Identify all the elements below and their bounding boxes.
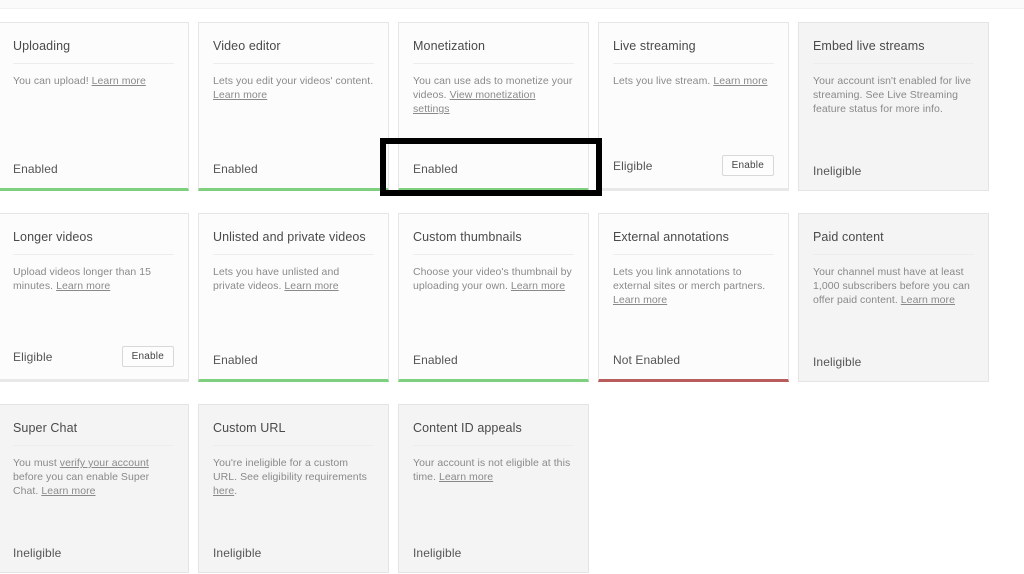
status-badge: Ineligible [413,546,462,560]
feature-card-embed-live-streams: Embed live streams Your account isn't ena… [798,22,989,191]
feature-card-link[interactable]: Learn more [56,280,110,292]
feature-card-longer-videos: Longer videos Upload videos longer than 1… [0,213,189,382]
status-badge: Enabled [213,162,258,176]
feature-card-link[interactable]: Learn more [613,294,667,306]
feature-card-description: Lets you have unlisted and private video… [213,265,374,293]
feature-card-description-text: Lets you live stream. [613,75,714,87]
feature-card-title: Longer videos [13,229,174,255]
status-badge: Enabled [413,353,458,367]
feature-card-footer: Enabled [413,353,574,367]
status-badge: Ineligible [813,164,862,178]
feature-card-footer: Enabled [13,162,174,176]
feature-card-link[interactable]: Learn more [901,294,955,306]
feature-card-title: Custom URL [213,420,374,446]
feature-card-footer: Ineligible [813,164,974,178]
feature-card-description: Your account isn't enabled for live stre… [813,74,974,116]
feature-card-description: You can use ads to monetize your videos.… [413,74,574,116]
feature-card-title: External annotations [613,229,774,255]
feature-card-description-text: . [234,485,238,497]
feature-card-footer: Ineligible [13,546,174,560]
feature-card-description: Lets you link annotations to external si… [613,265,774,307]
feature-card-title: Embed live streams [813,38,974,64]
feature-card-link[interactable]: here [213,485,234,497]
feature-card-paid-content: Paid content Your channel must have at le… [798,213,989,382]
feature-card-description: Upload videos longer than 15 minutes. Le… [13,265,174,293]
feature-card-footer: Enabled [213,162,374,176]
feature-card-description: You can upload! Learn more [13,74,174,88]
feature-card-footer: Ineligible [213,546,374,560]
feature-card-footer: Eligible Enable [613,155,774,176]
feature-card-title: Uploading [13,38,174,64]
feature-card-link[interactable]: verify your account [60,457,149,469]
feature-card-link[interactable]: Learn more [713,75,767,87]
feature-card-footer: Not Enabled [613,353,774,367]
feature-card-title: Paid content [813,229,974,255]
feature-card-link[interactable]: Learn more [41,485,95,497]
features-page: Uploading You can upload! Learn more Enabl… [0,0,1024,574]
status-badge: Enabled [13,162,58,176]
feature-card-link[interactable]: Learn more [213,89,267,101]
status-badge: Ineligible [813,355,862,369]
feature-card-link[interactable]: Learn more [439,471,493,483]
feature-card-custom-url: Custom URL You're ineligible for a custom… [198,404,389,573]
feature-card-uploading: Uploading You can upload! Learn more Enabl… [0,22,189,191]
feature-card-title: Custom thumbnails [413,229,574,255]
feature-card-description: Lets you live stream. Learn more [613,74,774,88]
feature-card-footer: Enabled [413,162,574,176]
feature-card-description-text: You can upload! [13,75,92,87]
feature-card-description: Lets you edit your videos' content. Lear… [213,74,374,102]
channel-features-grid: Uploading You can upload! Learn more Enabl… [0,22,1024,574]
status-badge: Ineligible [13,546,62,560]
feature-card-custom-thumbnails: Custom thumbnails Choose your video's thu… [398,213,589,382]
feature-card-footer: Ineligible [813,355,974,369]
enable-button[interactable]: Enable [721,155,774,176]
status-badge: Ineligible [213,546,262,560]
feature-card-unlisted-and-private-videos: Unlisted and private videos Lets you have… [198,213,389,382]
feature-row: Longer videos Upload videos longer than 1… [0,213,1024,382]
feature-card-monetization: Monetization You can use ads to monetize … [398,22,589,191]
feature-card-content-id-appeals: Content ID appeals Your account is not el… [398,404,589,573]
feature-card-footer: Enabled [213,353,374,367]
feature-card-link[interactable]: Learn more [92,75,146,87]
feature-card-description: You must verify your account before you … [13,456,174,498]
status-badge: Enabled [213,353,258,367]
feature-card-super-chat: Super Chat You must verify your account b… [0,404,189,573]
feature-card-live-streaming: Live streaming Lets you live stream. Lear… [598,22,789,191]
feature-card-link[interactable]: Learn more [284,280,338,292]
feature-row: Super Chat You must verify your account b… [0,404,1024,573]
feature-card-link[interactable]: Learn more [511,280,565,292]
feature-card-title: Super Chat [13,420,174,446]
status-badge: Eligible [613,158,653,173]
feature-row: Uploading You can upload! Learn more Enabl… [0,22,1024,191]
feature-card-description-text: Your account isn't enabled for live stre… [813,75,972,115]
feature-card-description-text: Lets you link annotations to external si… [613,266,766,292]
feature-card-description: Your account is not eligible at this tim… [413,456,574,484]
feature-card-description-text: You must [13,457,60,469]
feature-card-description: Your channel must have at least 1,000 su… [813,265,974,307]
feature-card-description-text: Lets you edit your videos' content. [213,75,374,87]
status-badge: Not Enabled [613,353,681,367]
feature-card-title: Monetization [413,38,574,64]
feature-card-title: Content ID appeals [413,420,574,446]
feature-card-title: Unlisted and private videos [213,229,374,255]
top-strip [0,0,1024,9]
feature-card-footer: Eligible Enable [13,346,174,367]
feature-card-video-editor: Video editor Lets you edit your videos' c… [198,22,389,191]
status-badge: Enabled [413,162,458,176]
feature-card-title: Live streaming [613,38,774,64]
feature-card-title: Video editor [213,38,374,64]
feature-card-footer: Ineligible [413,546,574,560]
feature-card-description: You're ineligible for a custom URL. See … [213,456,374,498]
status-badge: Eligible [13,349,53,364]
feature-card-description-text: You're ineligible for a custom URL. See … [213,457,367,483]
enable-button[interactable]: Enable [121,346,174,367]
feature-card-description: Choose your video's thumbnail by uploadi… [413,265,574,293]
feature-card-external-annotations: External annotations Lets you link annota… [598,213,789,382]
